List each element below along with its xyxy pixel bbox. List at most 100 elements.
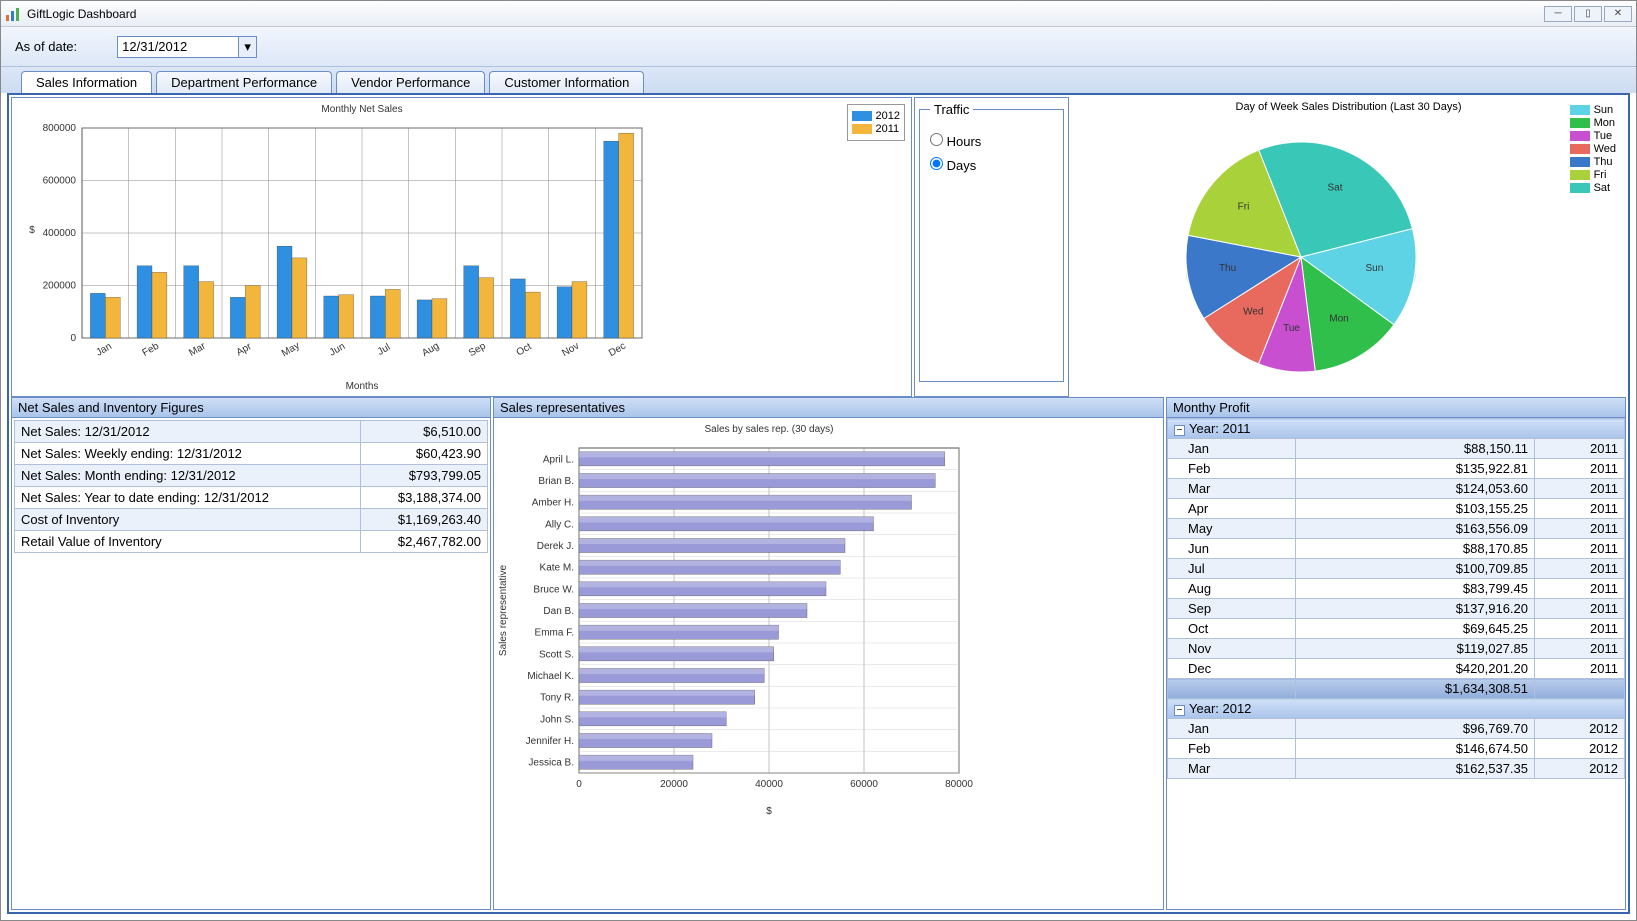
legend-item: Thu	[1570, 156, 1616, 168]
panel-profit: Monthy Profit −Year: 2011Jan$88,150.1120…	[1166, 397, 1626, 910]
svg-text:Fri: Fri	[1238, 201, 1250, 212]
toolbar: As of date: ▾	[1, 27, 1636, 67]
svg-text:Aug: Aug	[420, 341, 441, 359]
profit-row[interactable]: Mar$162,537.352012	[1168, 759, 1625, 779]
svg-text:Thu: Thu	[1219, 263, 1236, 274]
profit-row[interactable]: Feb$135,922.812011	[1168, 459, 1625, 479]
profit-row[interactable]: Apr$103,155.252011	[1168, 499, 1625, 519]
profit-row[interactable]: Sep$137,916.202011	[1168, 599, 1625, 619]
table-row: Net Sales: Year to date ending: 12/31/20…	[15, 487, 488, 509]
tab-vendor-performance[interactable]: Vendor Performance	[336, 71, 485, 93]
figures-header: Net Sales and Inventory Figures	[12, 398, 490, 418]
close-button[interactable]: ✕	[1604, 6, 1632, 22]
svg-text:0: 0	[576, 779, 582, 790]
profit-row[interactable]: Jun$88,170.852011	[1168, 539, 1625, 559]
table-row: Cost of Inventory$1,169,263.40	[15, 509, 488, 531]
svg-text:80000: 80000	[945, 779, 973, 790]
svg-text:200000: 200000	[43, 281, 77, 292]
profit-row[interactable]: Nov$119,027.852011	[1168, 639, 1625, 659]
monthly-sales-chart: 20122011 Monthly Net Sales 0 200000 400000 6…	[12, 98, 911, 396]
svg-text:Ally C.: Ally C.	[545, 519, 574, 530]
traffic-fieldset: Traffic Hours Days	[919, 102, 1064, 382]
dow-pie-chart: Day of Week Sales Distribution (Last 30 …	[1071, 97, 1626, 397]
svg-text:0: 0	[70, 333, 76, 344]
asof-label: As of date:	[15, 39, 77, 54]
tab-sales-information[interactable]: Sales Information	[21, 71, 152, 93]
profit-total-row: $1,634,308.51	[1168, 679, 1625, 699]
profit-year-group[interactable]: −Year: 2011	[1168, 419, 1625, 439]
title-bar: GiftLogic Dashboard ─ ▯ ✕	[1, 1, 1636, 27]
traffic-hours-option[interactable]: Hours	[930, 133, 1053, 149]
svg-text:Kate M.: Kate M.	[540, 563, 574, 574]
svg-text:Bruce W.: Bruce W.	[533, 584, 574, 595]
svg-text:Sat: Sat	[1328, 182, 1343, 193]
profit-row[interactable]: Jan$88,150.112011	[1168, 439, 1625, 459]
sales-reps-chart: Sales by sales rep. (30 days) 0 20000 40000…	[494, 418, 1163, 909]
legend-item: Fri	[1570, 169, 1616, 181]
profit-row[interactable]: May$163,556.092011	[1168, 519, 1625, 539]
svg-text:Sun: Sun	[1366, 263, 1384, 274]
tab-customer-information[interactable]: Customer Information	[489, 71, 644, 93]
svg-text:Feb: Feb	[141, 341, 162, 359]
svg-text:40000: 40000	[755, 779, 783, 790]
content-area: 20122011 Monthly Net Sales02000004000006…	[7, 93, 1630, 914]
svg-text:Emma F.: Emma F.	[535, 628, 574, 639]
svg-text:400000: 400000	[43, 228, 77, 239]
legend-item: 2011	[852, 123, 900, 135]
svg-text:Jan: Jan	[94, 341, 113, 359]
profit-row[interactable]: Aug$83,799.452011	[1168, 579, 1625, 599]
maximize-button[interactable]: ▯	[1574, 6, 1602, 22]
svg-text:Months: Months	[346, 381, 379, 392]
profit-row[interactable]: Jan$96,769.702012	[1168, 719, 1625, 739]
legend-item: 2012	[852, 110, 900, 122]
svg-text:Oct: Oct	[515, 341, 534, 358]
profit-row[interactable]: Feb$146,674.502012	[1168, 739, 1625, 759]
legend-item: Wed	[1570, 143, 1616, 155]
svg-text:Jennifer H.: Jennifer H.	[526, 736, 574, 747]
profit-table[interactable]: −Year: 2011Jan$88,150.112011Feb$135,922.…	[1167, 418, 1625, 779]
profit-row[interactable]: Oct$69,645.252011	[1168, 619, 1625, 639]
profit-row[interactable]: Dec$420,201.202011	[1168, 659, 1625, 679]
dropdown-icon[interactable]: ▾	[238, 37, 256, 57]
table-row: Retail Value of Inventory$2,467,782.00	[15, 531, 488, 553]
reps-header: Sales representatives	[494, 398, 1163, 418]
traffic-days-option[interactable]: Days	[930, 157, 1053, 173]
svg-text:Mar: Mar	[187, 340, 208, 358]
app-window: GiftLogic Dashboard ─ ▯ ✕ As of date: ▾ …	[0, 0, 1637, 921]
asof-date-input[interactable]	[118, 37, 238, 57]
profit-row[interactable]: Jul$100,709.852011	[1168, 559, 1625, 579]
svg-text:Brian B.: Brian B.	[538, 476, 574, 487]
svg-text:Jun: Jun	[328, 341, 347, 359]
table-row: Net Sales: Weekly ending: 12/31/2012$60,…	[15, 443, 488, 465]
svg-text:Scott S.: Scott S.	[539, 649, 574, 660]
svg-text:Sep: Sep	[467, 340, 488, 359]
svg-text:Derek J.: Derek J.	[537, 541, 574, 552]
svg-text:600000: 600000	[43, 176, 77, 187]
legend-item: Mon	[1570, 117, 1616, 129]
svg-text:Sales by sales rep. (30 days): Sales by sales rep. (30 days)	[705, 424, 834, 435]
svg-text:$: $	[766, 806, 772, 817]
profit-row[interactable]: Mar$124,053.602011	[1168, 479, 1625, 499]
svg-text:Apr: Apr	[235, 341, 255, 359]
svg-text:Wed: Wed	[1243, 307, 1263, 318]
svg-text:April L.: April L.	[543, 454, 574, 465]
panel-figures: Net Sales and Inventory Figures Net Sale…	[11, 397, 491, 910]
profit-year-group[interactable]: −Year: 2012	[1168, 699, 1625, 719]
svg-text:Michael K.: Michael K.	[527, 671, 574, 682]
svg-text:$: $	[29, 225, 35, 236]
profit-header: Monthy Profit	[1167, 398, 1625, 418]
minimize-button[interactable]: ─	[1544, 6, 1572, 22]
legend-item: Tue	[1570, 130, 1616, 142]
svg-text:Monthly Net Sales: Monthly Net Sales	[321, 104, 402, 115]
legend-item: Sun	[1570, 104, 1616, 116]
window-title: GiftLogic Dashboard	[27, 7, 136, 21]
svg-text:60000: 60000	[850, 779, 878, 790]
svg-text:Dec: Dec	[607, 341, 628, 359]
svg-text:800000: 800000	[43, 123, 77, 134]
svg-text:20000: 20000	[660, 779, 688, 790]
svg-text:Mon: Mon	[1329, 313, 1348, 324]
asof-date-picker[interactable]: ▾	[117, 36, 257, 58]
panel-dow-pie: Day of Week Sales Distribution (Last 30 …	[1071, 97, 1626, 397]
table-row: Net Sales: 12/31/2012$6,510.00	[15, 421, 488, 443]
tab-department-performance[interactable]: Department Performance	[156, 71, 332, 93]
